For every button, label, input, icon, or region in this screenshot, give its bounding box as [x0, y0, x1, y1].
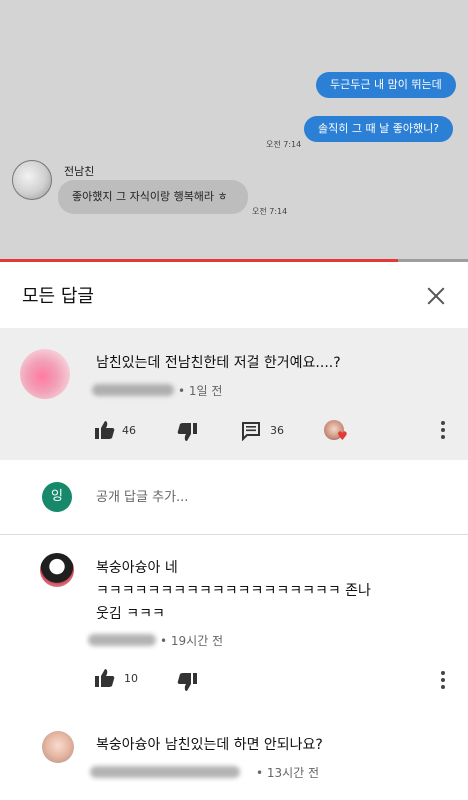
- divider: [0, 534, 468, 535]
- chat-time-right: 오전 7:14: [266, 140, 302, 149]
- thumbs-down-icon[interactable]: [176, 672, 198, 692]
- reply-text-line-2: ㅋㅋㅋㅋㅋㅋㅋㅋㅋㅋㅋㅋㅋㅋㅋㅋㅋㅋㅋ 존나: [96, 583, 371, 599]
- reply-text-line-1: 복숭아슝아 남친있는데 하면 안되나요?: [96, 737, 323, 753]
- reply-time: • 19시간 전: [160, 634, 224, 648]
- reply-text-line-1: 복숭아슝아 네: [96, 560, 178, 576]
- top-comment: [0, 328, 468, 460]
- like-count: 46: [122, 424, 136, 437]
- comment-time: • 1일 전: [178, 384, 223, 398]
- more-vert-icon[interactable]: [441, 671, 445, 689]
- chat-sender-name: 전남친: [64, 165, 95, 178]
- chat-bubble-right-1: 두근두근 내 맘이 뛰는데: [316, 72, 456, 98]
- reply-text-line-3: 웃김 ㅋㅋㅋ: [96, 606, 165, 622]
- thumbs-down-icon[interactable]: [176, 422, 198, 442]
- close-icon[interactable]: [424, 284, 448, 308]
- comment-text: 남친있는데 전남친한테 저걸 한거예요....?: [96, 355, 341, 371]
- like-count: 10: [124, 672, 138, 685]
- replies-title: 모든 답글: [22, 286, 94, 307]
- user-avatar: 잉: [42, 482, 72, 512]
- chat-avatar: [12, 160, 52, 200]
- thumbs-up-icon[interactable]: [94, 420, 116, 440]
- add-reply-input[interactable]: 공개 답글 추가...: [96, 486, 188, 505]
- reply-comment-icon[interactable]: [241, 421, 261, 441]
- more-vert-icon[interactable]: [441, 421, 445, 439]
- redacted-username: [88, 634, 156, 646]
- reply-time: • 13시간 전: [256, 766, 320, 780]
- avatar[interactable]: [20, 349, 70, 399]
- chat-bubble-right-2: 솔직히 그 때 날 좋아했니?: [304, 116, 454, 142]
- redacted-username: [92, 384, 174, 396]
- reply-count: 36: [270, 424, 284, 437]
- avatar[interactable]: [40, 553, 74, 587]
- replies-header: 모든 답글: [0, 262, 468, 329]
- video-player[interactable]: 두근두근 내 맘이 뛰는데 솔직히 그 때 날 좋아했니? 오전 7:14 전남…: [0, 0, 468, 262]
- redacted-username: [90, 766, 240, 778]
- avatar[interactable]: [42, 731, 74, 763]
- chat-bubble-left: 좋아했지 그 자식이랑 행복해라 ㅎ: [58, 180, 248, 214]
- chat-time-left: 오전 7:14: [252, 207, 288, 216]
- thumbs-up-icon[interactable]: [94, 668, 116, 688]
- creator-heart-icon: ♥: [324, 420, 352, 444]
